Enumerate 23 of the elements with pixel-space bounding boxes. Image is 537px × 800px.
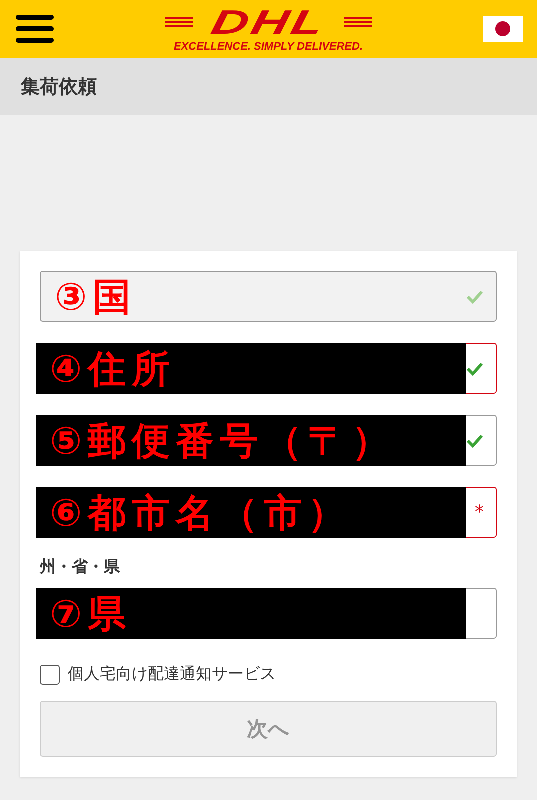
annotation-label: ⑦県 [49, 594, 132, 632]
checkmark-icon [466, 290, 484, 304]
annotation-label: ④住所 [49, 350, 176, 388]
checkbox[interactable] [40, 664, 60, 684]
annotation-label: ③国 [54, 278, 138, 316]
menu-icon[interactable] [16, 15, 54, 43]
input-field[interactable] [466, 415, 497, 466]
speed-lines-icon [344, 17, 372, 28]
checkmark-icon [466, 434, 484, 448]
flag-icon[interactable] [482, 16, 523, 42]
logo-wordmark: DHL [208, 6, 330, 40]
required-asterisk: * [475, 502, 484, 523]
annotation-label: ⑥都市名（市） [49, 494, 352, 532]
input-field[interactable]: * [466, 487, 497, 538]
input-field[interactable] [466, 588, 497, 639]
checkmark-icon [466, 362, 484, 376]
page-title: 集荷依頼 [21, 74, 97, 100]
annotation-label: ⑤郵便番号（〒） [49, 422, 396, 460]
input-field[interactable] [466, 343, 497, 394]
field-label: 州・省・県 [40, 557, 121, 578]
speed-lines-icon [164, 17, 193, 28]
logo-tagline: EXCELLENCE. SIMPLY DELIVERED. [174, 40, 364, 52]
checkbox-label: 個人宅向け配達通知サービス [68, 664, 276, 685]
